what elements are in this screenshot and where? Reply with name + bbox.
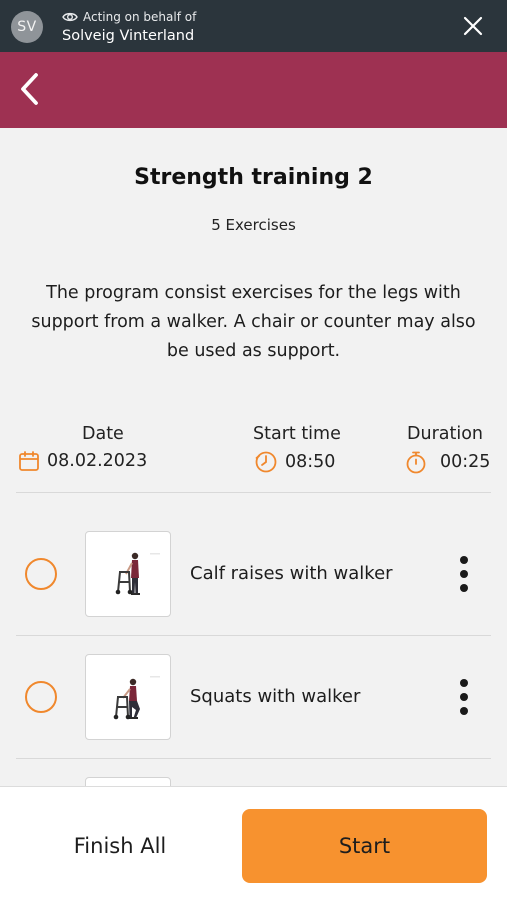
duration-value: 00:25 xyxy=(440,452,491,472)
date-value: 08.02.2023 xyxy=(47,451,148,471)
date-label: Date xyxy=(82,424,124,444)
exercise-count: 5 Exercises xyxy=(211,216,296,234)
eye-icon xyxy=(62,12,78,22)
divider xyxy=(16,635,491,636)
walker-person-image xyxy=(115,552,160,595)
start-time-value: 08:50 xyxy=(285,452,336,472)
exercise-name[interactable]: Squats with walker xyxy=(190,686,360,707)
start-time-label: Start time xyxy=(253,424,341,444)
divider xyxy=(16,758,491,759)
chevron-left-icon xyxy=(21,73,38,105)
divider xyxy=(16,492,491,493)
walker-person-image xyxy=(113,676,160,720)
calendar-icon xyxy=(19,451,39,471)
acting-user-name: Solveig Vinterland xyxy=(62,28,195,44)
duration-value-row: 00:25 xyxy=(405,450,490,474)
acting-on-behalf-label: Acting on behalf of xyxy=(83,10,197,24)
page-header xyxy=(0,52,507,128)
date-value-row: 08.02.2023 xyxy=(18,450,147,472)
back-button[interactable] xyxy=(16,69,46,109)
exercise-thumbnail[interactable] xyxy=(85,654,171,740)
duration-label: Duration xyxy=(407,424,484,444)
avatar[interactable]: SV xyxy=(11,11,43,43)
start-time-value-row: 08:50 xyxy=(254,450,335,474)
exercise-done-checkbox[interactable] xyxy=(25,681,57,713)
more-options-button[interactable] xyxy=(452,677,476,717)
exercise-done-checkbox[interactable] xyxy=(25,558,57,590)
acting-on-behalf-label-row: Acting on behalf of xyxy=(62,9,196,25)
exercise-thumbnail[interactable] xyxy=(85,531,171,617)
start-button[interactable]: Start xyxy=(242,809,487,883)
program-title: Strength training 2 xyxy=(134,165,373,190)
close-button[interactable] xyxy=(461,14,485,38)
close-icon xyxy=(463,16,483,36)
finish-all-button[interactable]: Finish All xyxy=(40,809,200,883)
exercise-name[interactable]: Calf raises with walker xyxy=(190,563,393,584)
clock-icon xyxy=(255,451,277,473)
bottom-action-bar: Finish All Start xyxy=(0,786,507,900)
acting-on-behalf-bar: SV Acting on behalf of Solveig Vinterlan… xyxy=(0,0,507,52)
more-options-button[interactable] xyxy=(452,554,476,594)
stopwatch-icon xyxy=(406,451,426,474)
program-description: The program consist exercises for the le… xyxy=(31,283,476,361)
